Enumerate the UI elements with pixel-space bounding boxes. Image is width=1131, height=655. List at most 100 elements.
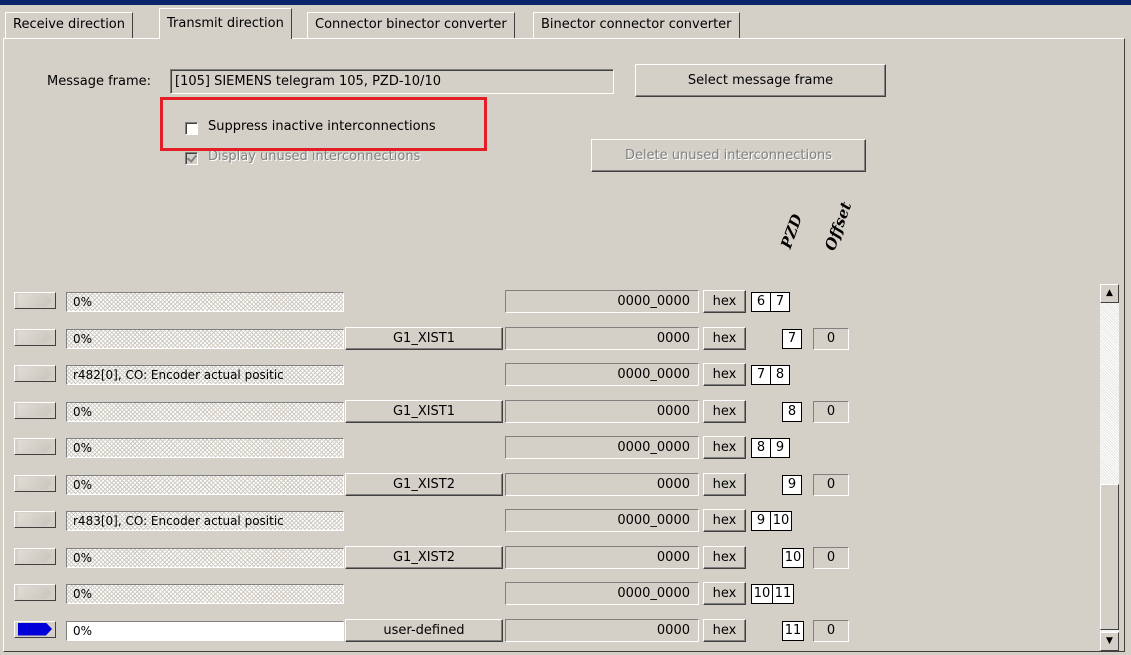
- window-top-border: [0, 0, 1131, 5]
- hex-button[interactable]: hex: [703, 326, 746, 350]
- pzd-cell: 9: [751, 511, 771, 531]
- arrow-icon: [18, 513, 52, 526]
- value-field: 0000: [505, 545, 699, 569]
- source-field[interactable]: 0%: [66, 474, 344, 495]
- tab-strip: Receive direction Transmit direction Con…: [3, 8, 1126, 39]
- pzd-cell: 9: [782, 474, 802, 495]
- offset-field[interactable]: 0: [813, 546, 849, 569]
- connect-arrow-button[interactable]: [14, 401, 56, 419]
- connect-arrow-button[interactable]: [14, 474, 56, 492]
- table-row: 0% 0000_0000 hex 10 11: [8, 576, 1100, 609]
- source-field[interactable]: 0%: [66, 584, 344, 604]
- pzd-cell: 6: [751, 292, 771, 312]
- hex-button[interactable]: hex: [703, 545, 746, 569]
- tab-binector-connector-converter[interactable]: Binector connector converter: [533, 12, 740, 38]
- connect-arrow-button[interactable]: [14, 365, 56, 382]
- offset-field[interactable]: 0: [813, 327, 849, 350]
- pzd-cell: 11: [782, 620, 804, 641]
- value-field: 0000: [505, 618, 699, 642]
- table-row: 0% user-defined 0000 hex 11 0: [8, 613, 1100, 646]
- signal-button[interactable]: G1_XIST2: [345, 472, 503, 496]
- arrow-icon: [18, 622, 52, 636]
- value-field: 0000: [505, 399, 699, 423]
- arrow-icon: [18, 476, 52, 490]
- arrow-icon: [18, 549, 52, 563]
- pzd-cell: 7: [782, 328, 802, 349]
- source-field[interactable]: 0%: [66, 620, 344, 641]
- table-row: 0% G1_XIST2 0000 hex 10 0: [8, 540, 1100, 573]
- connect-arrow-button[interactable]: [14, 547, 56, 565]
- value-field: 0000: [505, 472, 699, 496]
- hex-button[interactable]: hex: [703, 399, 746, 423]
- value-field: 0000_0000: [505, 509, 699, 532]
- arrow-icon: [18, 330, 52, 344]
- connect-arrow-button[interactable]: [14, 292, 56, 309]
- arrow-icon: [18, 367, 52, 380]
- value-field: 0000: [505, 326, 699, 350]
- source-field[interactable]: 0%: [66, 438, 344, 458]
- arrow-icon: [18, 403, 52, 417]
- offset-field[interactable]: 0: [813, 473, 849, 496]
- tab-transmit-direction[interactable]: Transmit direction: [159, 8, 292, 39]
- connect-arrow-button[interactable]: [14, 584, 56, 601]
- scroll-up-arrow-icon[interactable]: ▲: [1100, 284, 1119, 303]
- table-row: 0% G1_XIST1 0000 hex 7 0: [8, 321, 1100, 354]
- table-row: 0% 0000_0000 hex 6 7: [8, 284, 1100, 317]
- pzd-cell: 11: [772, 584, 794, 604]
- pzd-cell: 9: [770, 438, 790, 458]
- table-row: 0% G1_XIST1 0000 hex 8 0: [8, 394, 1100, 427]
- connect-arrow-button[interactable]: [14, 511, 56, 528]
- signal-button[interactable]: G1_XIST1: [345, 326, 503, 350]
- display-unused-checkbox: [185, 152, 198, 165]
- scrollbar-thumb[interactable]: [1100, 484, 1119, 630]
- pzd-cell: 10: [770, 511, 792, 531]
- connect-arrow-button[interactable]: [14, 620, 56, 638]
- hex-button[interactable]: hex: [703, 290, 746, 313]
- pzd-cell: 10: [782, 547, 804, 568]
- select-message-frame-button[interactable]: Select message frame: [635, 64, 886, 97]
- source-field[interactable]: 0%: [66, 547, 344, 568]
- offset-column-header: Offset: [821, 199, 856, 253]
- pzd-cell: 8: [782, 401, 802, 422]
- arrow-icon: [18, 440, 52, 453]
- value-field: 0000_0000: [505, 582, 699, 605]
- hex-button[interactable]: hex: [703, 436, 746, 459]
- message-frame-label: Message frame:: [47, 74, 152, 89]
- hex-button[interactable]: hex: [703, 582, 746, 605]
- value-field: 0000_0000: [505, 363, 699, 386]
- table-row: r483[0], CO: Encoder actual positic 0000_…: [8, 503, 1100, 536]
- source-field[interactable]: 0%: [66, 401, 344, 422]
- table-row: 0% G1_XIST2 0000 hex 9 0: [8, 467, 1100, 500]
- vertical-scrollbar[interactable]: ▲ ▼: [1100, 284, 1119, 651]
- pzd-cell: 10: [751, 584, 773, 604]
- interconnection-table: 0% 0000_0000 hex 6 7 0% G1_XIST1 0000 hex 7 0 r482[…: [8, 284, 1100, 651]
- hex-button[interactable]: hex: [703, 618, 746, 642]
- signal-button[interactable]: user-defined: [345, 618, 503, 642]
- tab-receive-direction[interactable]: Receive direction: [5, 12, 133, 38]
- table-row: 0% 0000_0000 hex 8 9: [8, 430, 1100, 463]
- signal-button[interactable]: G1_XIST2: [345, 545, 503, 569]
- scroll-down-arrow-icon[interactable]: ▼: [1100, 632, 1119, 651]
- message-frame-field: [105] SIEMENS telegram 105, PZD-10/10: [170, 69, 614, 94]
- offset-field[interactable]: 0: [813, 400, 849, 423]
- highlight-box: [160, 97, 487, 151]
- source-field[interactable]: 0%: [66, 328, 344, 349]
- source-field[interactable]: r482[0], CO: Encoder actual positic: [66, 365, 344, 385]
- hex-button[interactable]: hex: [703, 472, 746, 496]
- table-row: r482[0], CO: Encoder actual positic 0000_…: [8, 357, 1100, 390]
- connect-arrow-button[interactable]: [14, 328, 56, 346]
- signal-button[interactable]: G1_XIST1: [345, 399, 503, 423]
- value-field: 0000_0000: [505, 436, 699, 459]
- offset-field[interactable]: 0: [813, 619, 849, 642]
- source-field[interactable]: r483[0], CO: Encoder actual positic: [66, 511, 344, 531]
- pzd-cell: 8: [751, 438, 771, 458]
- pzd-cell: 8: [770, 365, 790, 385]
- connect-arrow-button[interactable]: [14, 438, 56, 455]
- display-unused-label: Display unused interconnections: [208, 149, 421, 164]
- tab-connector-binector-converter[interactable]: Connector binector converter: [307, 12, 515, 38]
- pzd-column-header: PZD: [777, 211, 807, 251]
- hex-button[interactable]: hex: [703, 509, 746, 532]
- source-field[interactable]: 0%: [66, 292, 344, 312]
- hex-button[interactable]: hex: [703, 363, 746, 386]
- value-field: 0000_0000: [505, 290, 699, 313]
